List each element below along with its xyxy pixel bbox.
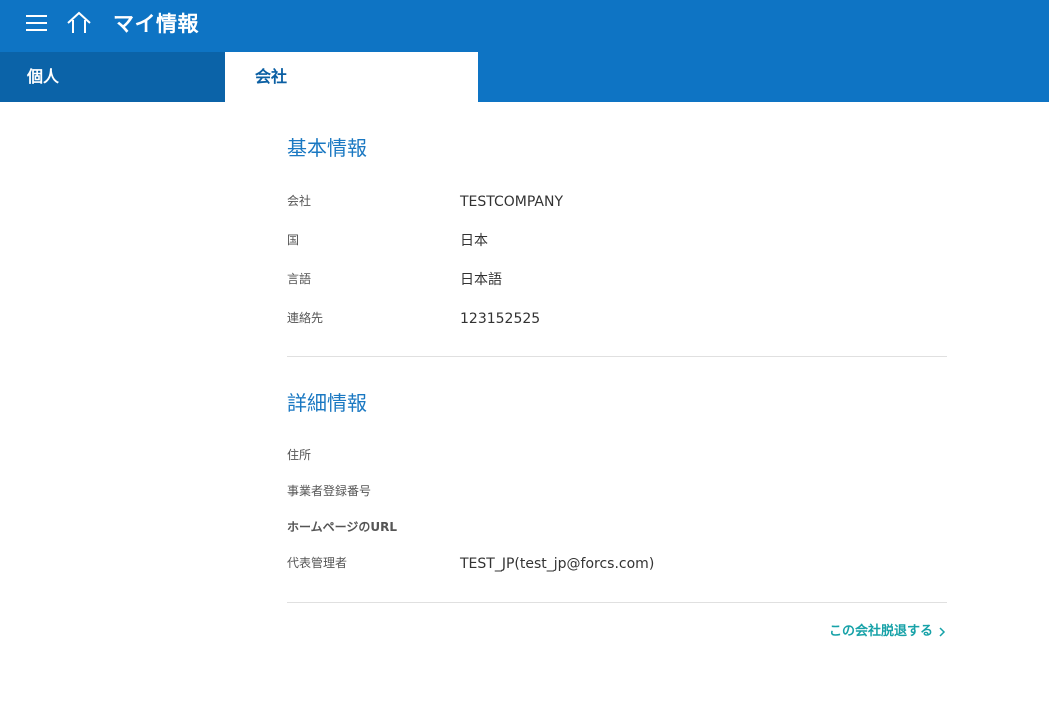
home-icon[interactable]: [66, 11, 92, 35]
country-label: 国: [287, 233, 300, 247]
detail-info-title: 詳細情報: [287, 391, 367, 415]
top-app-bar: マイ情報: [0, 0, 1049, 52]
tab-company[interactable]: 会社: [225, 52, 478, 102]
basic-info-title: 基本情報: [287, 136, 367, 160]
admin-value: TEST_JP(test_jp@forcs.com): [460, 556, 655, 572]
language-label: 言語: [287, 272, 312, 286]
menu-icon[interactable]: [26, 14, 48, 34]
section-divider: [287, 602, 947, 603]
language-value: 日本語: [460, 272, 502, 288]
chevron-right-icon: [939, 627, 946, 637]
leave-company-label: この会社脱退する: [828, 624, 933, 639]
tab-personal[interactable]: 個人: [0, 52, 225, 102]
admin-label: 代表管理者: [287, 556, 348, 570]
section-divider: [287, 356, 947, 357]
country-value: 日本: [460, 233, 488, 249]
address-label: 住所: [287, 448, 312, 462]
contact-label: 連絡先: [287, 311, 324, 325]
homepage-url-label: ホームページのURL: [287, 520, 398, 534]
company-value: TESTCOMPANY: [460, 194, 564, 210]
page-title: マイ情報: [113, 12, 199, 36]
business-number-label: 事業者登録番号: [287, 484, 372, 498]
contact-value: 123152525: [460, 311, 541, 327]
tab-bar: 個人 会社: [0, 52, 1049, 102]
company-label: 会社: [287, 194, 312, 208]
leave-company-link[interactable]: この会社脱退する: [829, 624, 947, 640]
